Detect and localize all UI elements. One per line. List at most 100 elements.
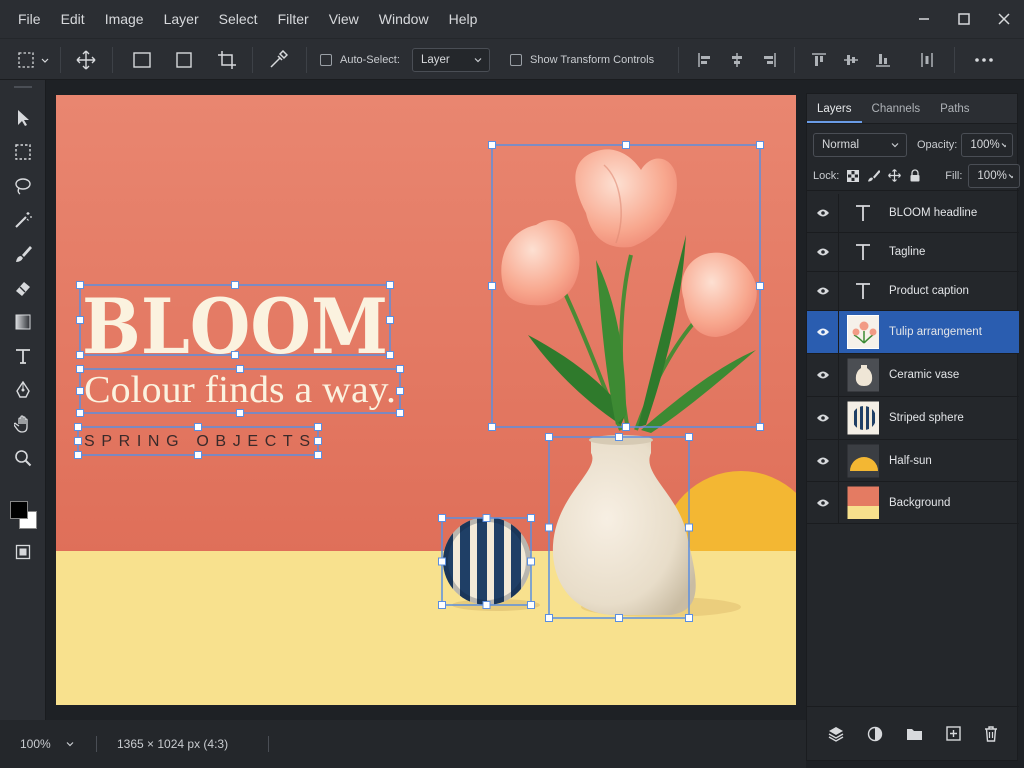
tab-paths[interactable]: Paths <box>930 103 979 123</box>
transform-handle[interactable] <box>231 351 239 359</box>
hand-tool[interactable] <box>9 410 37 438</box>
tab-layers[interactable]: Layers <box>807 103 862 123</box>
transform-handle[interactable] <box>236 409 244 417</box>
transform-handle[interactable] <box>396 409 404 417</box>
color-swatches[interactable] <box>8 498 38 532</box>
auto-select-dropdown[interactable]: Layer <box>412 48 490 72</box>
auto-select-check[interactable] <box>320 54 332 66</box>
align-right-button[interactable] <box>758 47 780 73</box>
rect-option-button[interactable] <box>128 47 156 73</box>
transform-handle[interactable] <box>438 557 446 566</box>
layer-visibility-toggle[interactable] <box>807 397 839 439</box>
transform-handle[interactable] <box>76 387 84 395</box>
menu-edit[interactable]: Edit <box>51 0 95 38</box>
lock-transparent-button[interactable] <box>847 169 860 182</box>
type-tool[interactable] <box>9 342 37 370</box>
transform-handle[interactable] <box>396 387 404 395</box>
transform-handle[interactable] <box>545 614 553 622</box>
menu-view[interactable]: View <box>319 0 369 38</box>
transform-handle[interactable] <box>438 601 446 609</box>
new-layer-button[interactable] <box>946 726 961 741</box>
layer-visibility-toggle[interactable] <box>807 482 839 523</box>
layer-row-tulip-arrangement[interactable]: Tulip arrangement <box>807 311 1019 354</box>
menu-help[interactable]: Help <box>439 0 488 38</box>
brush-tool[interactable] <box>9 240 37 268</box>
transform-handle[interactable] <box>74 437 82 445</box>
layer-row-tagline[interactable]: Tagline <box>807 233 1019 272</box>
move-tool[interactable] <box>9 104 37 132</box>
lasso-tool[interactable] <box>9 172 37 200</box>
align-bottom-button[interactable] <box>872 47 894 73</box>
transform-handle[interactable] <box>74 451 82 459</box>
foreground-color-swatch[interactable] <box>10 501 28 519</box>
transform-handle[interactable] <box>615 614 623 622</box>
zoom-dropdown[interactable]: 100% <box>20 737 80 751</box>
menu-layer[interactable]: Layer <box>154 0 209 38</box>
transform-handle[interactable] <box>685 614 693 622</box>
transform-handle[interactable] <box>396 365 404 373</box>
transform-handle[interactable] <box>236 365 244 373</box>
transform-handle[interactable] <box>482 601 491 609</box>
opacity-field[interactable]: 100% <box>961 133 1014 157</box>
gradient-tool[interactable] <box>9 308 37 336</box>
transform-handle[interactable] <box>756 423 764 431</box>
transform-handle[interactable] <box>314 451 322 459</box>
toolbar-grip[interactable] <box>14 86 32 88</box>
layer-row-striped-sphere[interactable]: Striped sphere <box>807 397 1019 440</box>
menu-select[interactable]: Select <box>209 0 268 38</box>
align-middle-button[interactable] <box>840 47 862 73</box>
transform-handle[interactable] <box>488 141 496 149</box>
fill-field[interactable]: 100% <box>968 163 1021 188</box>
maximize-button[interactable] <box>944 0 984 38</box>
magic-wand-tool[interactable] <box>9 206 37 234</box>
transform-handle[interactable] <box>482 514 491 522</box>
transform-handle[interactable] <box>314 437 322 445</box>
transform-handle[interactable] <box>756 282 764 290</box>
lock-all-button[interactable] <box>909 169 921 182</box>
minimize-button[interactable] <box>904 0 944 38</box>
menu-window[interactable]: Window <box>369 0 439 38</box>
close-button[interactable] <box>984 0 1024 38</box>
transform-handle[interactable] <box>545 523 553 532</box>
layer-visibility-toggle[interactable] <box>807 354 839 396</box>
auto-select-checkbox[interactable]: Auto-Select: <box>320 47 410 73</box>
lock-pixels-button[interactable] <box>867 169 881 182</box>
zoom-tool[interactable] <box>9 444 37 472</box>
transform-handle[interactable] <box>76 365 84 373</box>
menu-filter[interactable]: Filter <box>268 0 319 38</box>
menu-image[interactable]: Image <box>95 0 154 38</box>
layer-row-background[interactable]: Background <box>807 482 1019 524</box>
align-top-button[interactable] <box>808 47 830 73</box>
transform-handle[interactable] <box>685 433 693 441</box>
transform-handle[interactable] <box>76 409 84 417</box>
transform-handle[interactable] <box>527 601 535 609</box>
layer-row-bloom-headline[interactable]: BLOOM headline <box>807 194 1019 233</box>
transform-handle[interactable] <box>74 423 82 431</box>
transform-handle[interactable] <box>76 351 84 359</box>
transform-handle[interactable] <box>194 451 202 459</box>
more-options-button[interactable] <box>970 47 998 73</box>
transform-handle[interactable] <box>756 141 764 149</box>
layer-visibility-toggle[interactable] <box>807 194 839 232</box>
layer-row-product-caption[interactable]: Product caption <box>807 272 1019 311</box>
transform-handle[interactable] <box>231 281 239 289</box>
lock-position-button[interactable] <box>888 169 902 182</box>
transform-handle[interactable] <box>194 423 202 431</box>
adjustment-layer-button[interactable] <box>867 726 883 742</box>
marquee-tool[interactable] <box>9 138 37 166</box>
menu-file[interactable]: File <box>8 0 51 38</box>
layer-visibility-toggle[interactable] <box>807 233 839 271</box>
align-center-h-button[interactable] <box>726 47 748 73</box>
transform-handle[interactable] <box>685 523 693 532</box>
eraser-tool[interactable] <box>9 274 37 302</box>
layer-row-half-sun[interactable]: Half-sun <box>807 440 1019 482</box>
show-transform-checkbox[interactable]: Show Transform Controls <box>510 47 660 73</box>
eyedropper-option-button[interactable] <box>264 47 292 73</box>
blend-mode-dropdown[interactable]: Normal <box>813 133 907 157</box>
transform-handle[interactable] <box>545 433 553 441</box>
transform-handle[interactable] <box>438 514 446 522</box>
quick-mask-button[interactable] <box>9 538 37 566</box>
transform-handle[interactable] <box>386 316 394 324</box>
transform-handle[interactable] <box>527 514 535 522</box>
transform-handle[interactable] <box>488 282 496 290</box>
